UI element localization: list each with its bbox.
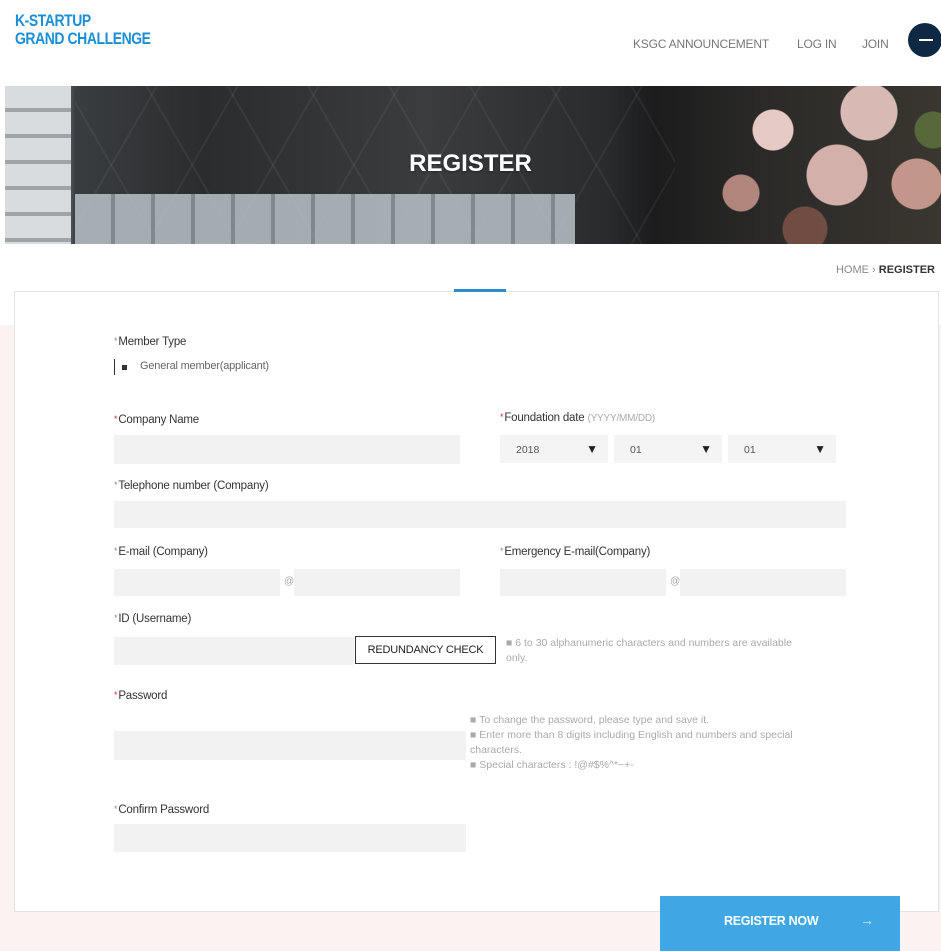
emergency-email-local-input[interactable]	[500, 569, 666, 596]
member-type-label: *Member Type	[114, 336, 187, 348]
password-hint-2: ■ Enter more than 8 digits including Eng…	[470, 729, 793, 756]
breadcrumb-separator: ›	[872, 264, 876, 276]
brand-logo[interactable]: K-STARTUP GRAND CHALLENGE	[15, 12, 151, 48]
email-local-input[interactable]	[114, 569, 280, 596]
brand-line-1: K-STARTUP	[15, 11, 91, 30]
foundation-date-label: *Foundation date (YYYY/MM/DD)	[500, 412, 656, 424]
email-domain-input[interactable]	[294, 569, 460, 596]
nav-announcement-link[interactable]: KSGC ANNOUNCEMENT	[633, 37, 769, 51]
username-hint: ■ 6 to 30 alphanumeric characters and nu…	[506, 637, 792, 664]
register-now-button[interactable]: REGISTER NOW →	[660, 896, 900, 951]
dropdown-triangle-icon: ▼	[814, 442, 826, 456]
nav-login-link[interactable]: LOG IN	[797, 37, 837, 51]
password-label: *Password	[114, 690, 168, 702]
foundation-year-select[interactable]: 2018 ▼	[500, 435, 608, 463]
page-title: REGISTER	[409, 150, 532, 177]
active-tab-indicator	[454, 289, 506, 292]
breadcrumb: HOME › REGISTER	[836, 264, 935, 276]
emergency-email-label: *Emergency E-mail(Company)	[500, 546, 651, 558]
nav-join-link[interactable]: JOIN	[862, 37, 889, 51]
menu-button[interactable]	[908, 23, 941, 57]
dropdown-triangle-icon: ▼	[586, 442, 598, 456]
company-name-label: *Company Name	[114, 414, 200, 426]
dropdown-triangle-icon: ▼	[700, 442, 712, 456]
radio-bullet-icon[interactable]	[122, 365, 127, 370]
register-form-card	[14, 291, 939, 912]
email-at-sign: @	[284, 576, 295, 587]
emergency-email-domain-input[interactable]	[680, 569, 846, 596]
password-hint-3: ■ Special characters : !@#$%^*~+-	[470, 759, 634, 771]
hamburger-icon	[919, 39, 933, 41]
redundancy-check-button[interactable]: REDUNDANCY CHECK	[355, 636, 496, 664]
hero-glass-facade	[75, 194, 575, 244]
telephone-label: *Telephone number (Company)	[114, 480, 269, 492]
confirm-password-label: *Confirm Password	[114, 804, 210, 816]
foundation-month-select[interactable]: 01 ▼	[614, 435, 722, 463]
username-input[interactable]	[114, 637, 354, 665]
password-hint-1: ■ To change the password, please type an…	[470, 714, 710, 726]
telephone-input[interactable]	[114, 501, 846, 528]
password-hints: ■ To change the password, please type an…	[470, 713, 820, 773]
company-name-input[interactable]	[114, 435, 460, 464]
breadcrumb-current: REGISTER	[878, 264, 935, 276]
email-label: *E-mail (Company)	[114, 546, 208, 558]
emergency-email-at-sign: @	[670, 576, 681, 587]
foundation-day-select[interactable]: 01 ▼	[728, 435, 836, 463]
breadcrumb-home[interactable]: HOME	[836, 264, 869, 276]
username-label: *ID (Username)	[114, 613, 192, 625]
radio-divider	[114, 359, 115, 375]
confirm-password-input[interactable]	[114, 824, 466, 852]
password-input[interactable]	[114, 731, 466, 760]
brand-line-2: GRAND CHALLENGE	[15, 29, 151, 48]
arrow-right-icon: →	[860, 912, 874, 928]
member-type-option[interactable]: General member(applicant)	[140, 360, 269, 372]
